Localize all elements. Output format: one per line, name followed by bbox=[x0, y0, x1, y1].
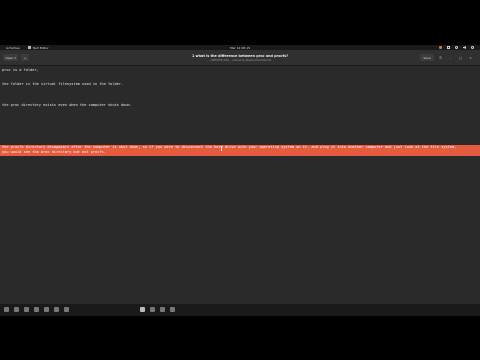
mouse-cursor bbox=[221, 146, 222, 151]
text-editor-dock-icon[interactable] bbox=[44, 307, 49, 312]
new-tab-button[interactable]: + bbox=[21, 54, 29, 61]
settings-icon[interactable] bbox=[54, 307, 59, 312]
software-icon[interactable] bbox=[64, 307, 69, 312]
chevron-down-icon: ▾ bbox=[14, 55, 16, 60]
taskbar bbox=[0, 304, 480, 316]
app-grid-icon[interactable] bbox=[4, 307, 9, 312]
open-button[interactable]: Open ▾ bbox=[3, 54, 18, 61]
save-button[interactable]: Save bbox=[420, 54, 434, 61]
clock[interactable]: Mar 12 08:15 bbox=[0, 46, 480, 50]
minimize-button[interactable]: – bbox=[447, 54, 454, 61]
text-editor-area[interactable]: proc is a folder, the folder is the virt… bbox=[0, 66, 480, 316]
editor-line-selected[interactable]: you would see the proc directory but not… bbox=[2, 150, 106, 154]
document-title: 1 what is the difference between proc an… bbox=[191, 54, 289, 58]
close-icon: × bbox=[469, 55, 472, 60]
network-icon[interactable] bbox=[455, 46, 458, 49]
document-path: ~/SPECIFIC-DIR_...someone_file/procfs-fo… bbox=[208, 59, 272, 62]
volume-icon[interactable] bbox=[463, 46, 466, 49]
new-tab-label: + bbox=[23, 55, 27, 60]
hamburger-icon: ☰ bbox=[439, 55, 442, 60]
accessibility-icon[interactable] bbox=[439, 46, 442, 49]
editor-line[interactable]: the folder is the virtual filesystem use… bbox=[2, 82, 123, 86]
menu-button[interactable]: ☰ bbox=[437, 54, 444, 61]
terminal-icon[interactable] bbox=[34, 307, 39, 312]
text-selection: the procfs directory disappears after th… bbox=[0, 145, 480, 156]
maximize-button[interactable]: □ bbox=[457, 54, 464, 61]
editor-line[interactable]: proc is a folder, bbox=[2, 68, 39, 72]
power-icon[interactable] bbox=[471, 46, 474, 49]
active-window-icon[interactable] bbox=[140, 307, 145, 312]
files-icon[interactable] bbox=[14, 307, 19, 312]
window-icon[interactable] bbox=[170, 307, 175, 312]
window-icon[interactable] bbox=[160, 307, 165, 312]
desktop-screen: Activities Text Editor Mar 12 08:15 Open… bbox=[0, 45, 480, 316]
browser-icon[interactable] bbox=[24, 307, 29, 312]
window-icon[interactable] bbox=[150, 307, 155, 312]
close-button[interactable]: × bbox=[467, 54, 474, 61]
maximize-icon: □ bbox=[459, 55, 462, 60]
save-label: Save bbox=[423, 55, 431, 60]
system-tray[interactable] bbox=[439, 46, 474, 49]
keyboard-icon[interactable] bbox=[447, 46, 450, 49]
editor-line-selected[interactable]: the procfs directory disappears after th… bbox=[2, 145, 456, 149]
open-label: Open bbox=[5, 55, 14, 60]
minimize-icon: – bbox=[449, 55, 452, 60]
header-bar: Open ▾ + 1 what is the difference betwee… bbox=[0, 50, 480, 66]
editor-line[interactable]: the proc directory exists even when the … bbox=[2, 103, 132, 107]
